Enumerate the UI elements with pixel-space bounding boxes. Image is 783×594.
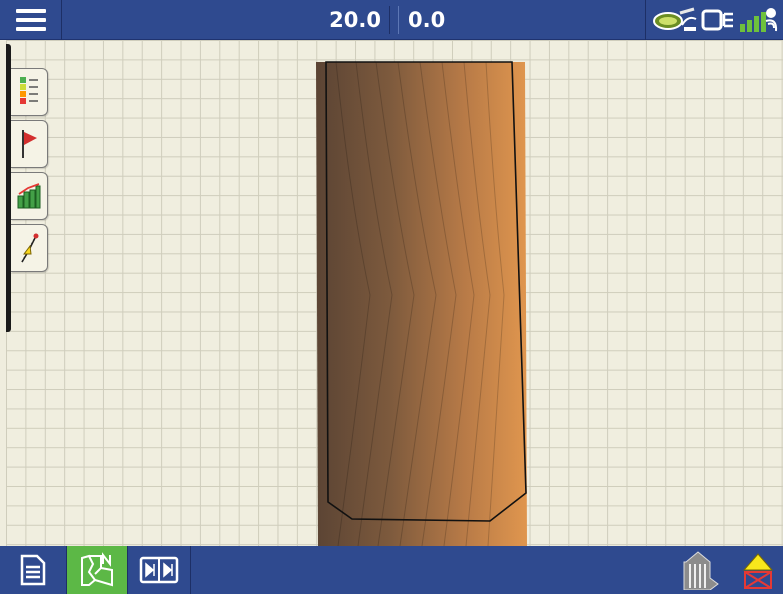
- field-map[interactable]: [6, 40, 783, 546]
- run-screen-button[interactable]: [0, 546, 66, 594]
- guidance-line-icon: [21, 233, 39, 263]
- coverage-map-layer: [316, 61, 527, 546]
- top-toolbar: 20.0 0.0: [0, 0, 783, 40]
- split-view-button[interactable]: [128, 546, 190, 594]
- rtk-correction-icon[interactable]: [652, 5, 698, 35]
- hamburger-menu-icon: [15, 9, 46, 31]
- legend-icon: [20, 77, 38, 104]
- gps-satellite-signal-icon[interactable]: [738, 5, 778, 35]
- document-icon: [20, 554, 46, 586]
- offset-readout[interactable]: 0.0: [398, 6, 478, 34]
- bar-chart-icon: [17, 183, 41, 209]
- flag-icon: [22, 130, 37, 158]
- guidance-line-tool[interactable]: [11, 224, 48, 272]
- map-view-button[interactable]: [67, 546, 127, 594]
- summary-chart-tool[interactable]: [11, 172, 48, 220]
- split-screen-icon: [139, 556, 179, 584]
- implement-section-icon: [683, 551, 719, 590]
- speed-readout[interactable]: 20.0: [318, 6, 390, 34]
- alert-button[interactable]: [733, 546, 783, 594]
- warning-alarm-icon: [742, 553, 774, 589]
- implement-state-button[interactable]: [670, 546, 726, 594]
- menu-button[interactable]: [0, 0, 62, 40]
- map-north-icon: [81, 552, 113, 587]
- legend-tool[interactable]: [11, 68, 48, 116]
- status-icons: [645, 0, 783, 40]
- bottom-toolbar: [0, 546, 783, 594]
- flag-tool[interactable]: [11, 120, 48, 168]
- bottom-separator: [190, 546, 191, 594]
- ecu-module-icon[interactable]: [701, 5, 735, 35]
